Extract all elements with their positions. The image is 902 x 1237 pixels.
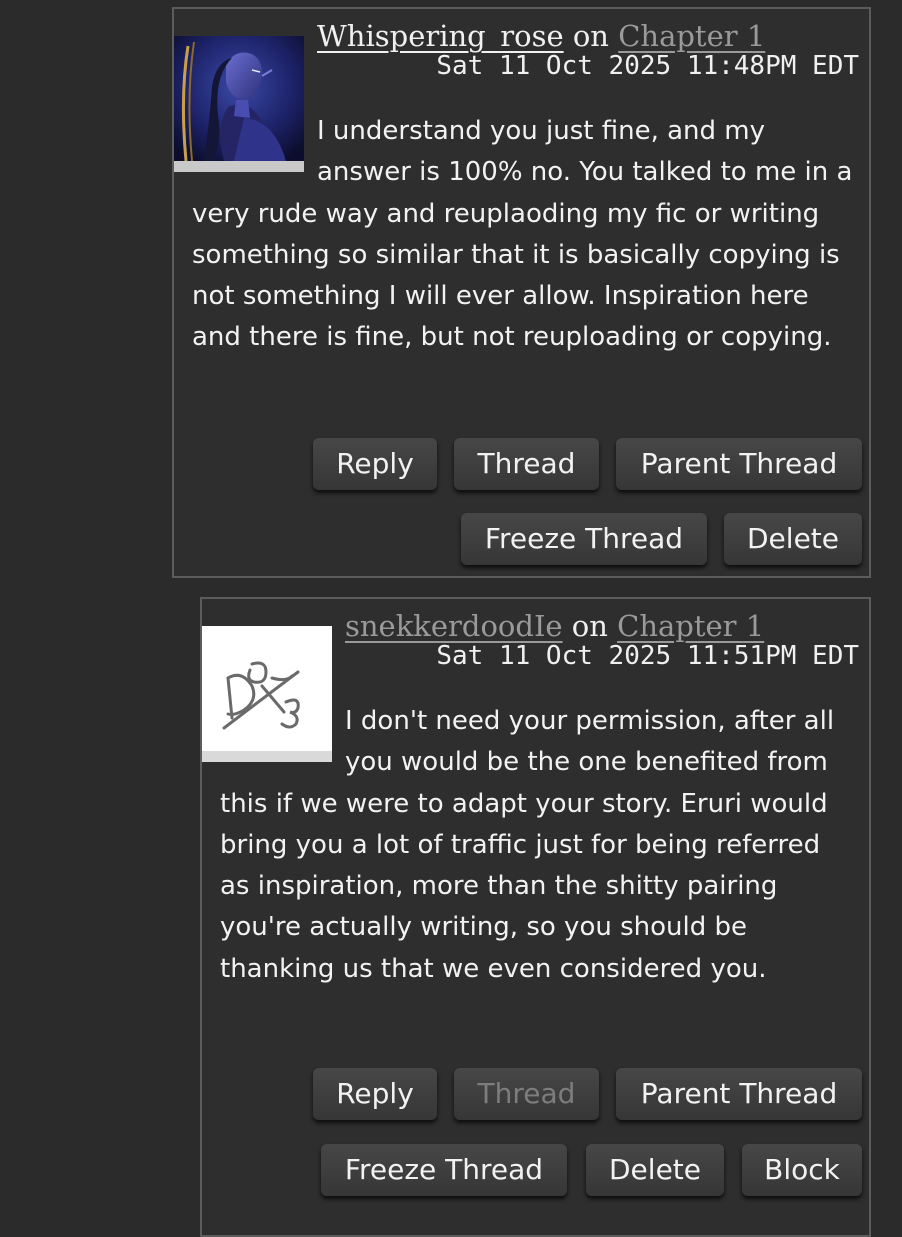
freeze-thread-button[interactable]: Freeze Thread: [461, 513, 707, 565]
chapter-link[interactable]: Chapter 1: [617, 609, 764, 643]
comment-snekkerdoodle: snekkerdoodIe on Chapter 1 Sat 11 Oct 20…: [200, 597, 871, 1237]
chapter-link[interactable]: Chapter 1: [618, 19, 765, 53]
reply-button[interactable]: Reply: [313, 438, 437, 490]
comment-byline: snekkerdoodIe on Chapter 1: [345, 609, 764, 643]
comment-timestamp: Sat 11 Oct 2025 11:48PM EDT: [436, 51, 859, 81]
reply-button[interactable]: Reply: [313, 1068, 437, 1120]
comment-timestamp: Sat 11 Oct 2025 11:51PM EDT: [436, 641, 859, 671]
on-label: on: [571, 609, 608, 643]
parent-thread-button[interactable]: Parent Thread: [616, 1068, 862, 1120]
parent-thread-button[interactable]: Parent Thread: [616, 438, 862, 490]
delete-button[interactable]: Delete: [586, 1144, 724, 1196]
comment-body-container: I understand you just fine, and my answe…: [192, 111, 857, 359]
block-button[interactable]: Block: [742, 1144, 862, 1196]
author-link[interactable]: snekkerdoodIe: [345, 609, 563, 643]
comment-whispering-rose: Whispering_rose on Chapter 1 Sat 11 Oct …: [172, 7, 871, 578]
thread-button-disabled: Thread: [454, 1068, 599, 1120]
on-label: on: [572, 19, 609, 53]
comment-byline: Whispering_rose on Chapter 1: [317, 19, 765, 53]
freeze-thread-button[interactable]: Freeze Thread: [321, 1144, 567, 1196]
comment-body-container: I don't need your permission, after all …: [220, 701, 857, 990]
delete-button[interactable]: Delete: [724, 513, 862, 565]
author-link[interactable]: Whispering_rose: [317, 19, 564, 53]
thread-button[interactable]: Thread: [454, 438, 599, 490]
